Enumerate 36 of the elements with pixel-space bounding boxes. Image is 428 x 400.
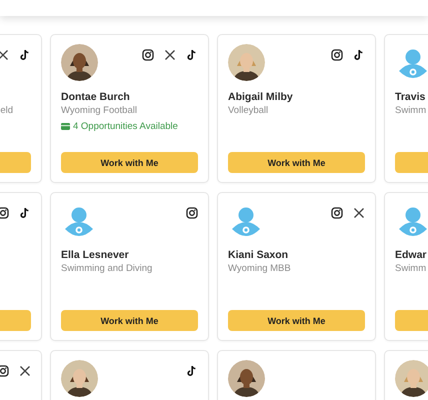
opportunities-text[interactable]: 4 Opportunities Available [73, 120, 178, 133]
sport-label: Wyoming Football [61, 104, 138, 117]
x-icon[interactable] [353, 207, 365, 219]
tiktok-icon[interactable] [19, 49, 31, 61]
sport-label: eld [0, 104, 13, 117]
athlete-name: Ella Lesnever [61, 249, 130, 262]
instagram-icon[interactable] [186, 207, 198, 219]
user-icon [231, 206, 261, 238]
athlete-name: Travis [395, 91, 426, 104]
instagram-icon[interactable] [0, 207, 9, 219]
athlete-name: Dontae Burch [61, 91, 131, 104]
user-icon [64, 206, 94, 238]
instagram-icon[interactable] [142, 49, 154, 61]
tiktok-icon[interactable] [19, 207, 31, 219]
tiktok-icon[interactable] [186, 49, 198, 61]
instagram-icon[interactable] [331, 49, 343, 61]
sport-label: Swimming and Diving [61, 262, 154, 275]
tiktok-icon[interactable] [186, 365, 198, 377]
work-button[interactable]: Work with Me [228, 152, 365, 173]
sport-label: Wyoming MBB [228, 262, 292, 275]
x-icon[interactable] [0, 49, 9, 61]
sport-label: Swimm [395, 262, 428, 275]
instagram-icon[interactable] [331, 207, 343, 219]
athlete-name: Abigail Milby [228, 91, 294, 104]
instagram-icon[interactable] [0, 365, 9, 377]
work-button[interactable]: Work with Me [228, 310, 365, 331]
tiktok-icon[interactable] [353, 49, 365, 61]
athlete-name: Kiani Saxon [228, 249, 290, 262]
x-icon[interactable] [19, 365, 31, 377]
x-icon[interactable] [164, 49, 176, 61]
work-button[interactable]: Work with Me [61, 152, 198, 173]
wallet-icon [61, 123, 70, 130]
work-button[interactable]: Work with Me [61, 310, 198, 331]
sport-label: Swimm [395, 104, 428, 117]
athlete-name: Edwar [395, 249, 428, 262]
sport-label: Volleyball [228, 104, 270, 117]
